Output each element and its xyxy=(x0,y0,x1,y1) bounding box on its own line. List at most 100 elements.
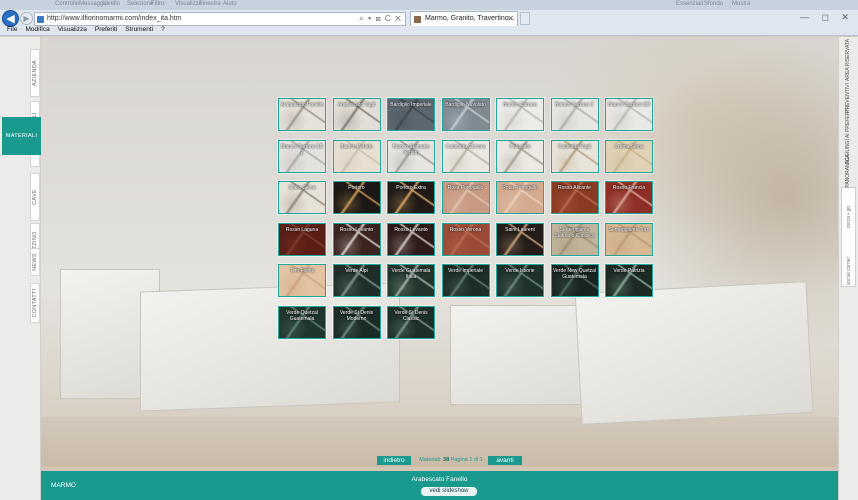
background-menu-item: Selezione xyxy=(127,1,154,7)
address-tools-icons[interactable]: ⌕ ▾ ⊠ C ✕ xyxy=(359,14,402,24)
material-tile-label: Portoro xyxy=(348,185,365,191)
material-tile[interactable]: Verde Quetzal Guatemala xyxy=(278,305,326,339)
nav-tab-azienda[interactable]: AZIENDA xyxy=(30,49,40,97)
material-tile[interactable]: Rosa Portogallo xyxy=(496,181,544,214)
material-tile-label: Saint Laurent xyxy=(505,226,535,233)
material-tile[interactable]: Verde Imperiale xyxy=(441,264,490,297)
back-button[interactable]: ◀ xyxy=(2,10,19,27)
tab-favicon-icon xyxy=(414,16,421,23)
material-tile-label: Giallo Siena xyxy=(288,185,316,191)
material-tile[interactable]: Portoro xyxy=(332,181,381,214)
material-tile[interactable]: Arabescato Vagli xyxy=(332,98,381,131)
tab-close-icon[interactable]: ✕ xyxy=(507,14,514,23)
material-tile[interactable]: Bianco Carrara CD xyxy=(605,98,653,131)
material-tile[interactable]: Rosso Levanto xyxy=(332,222,381,256)
material-tile-label: Verde St Denis Classic xyxy=(394,309,428,322)
material-tile[interactable]: Serpeggiante Statuario Classico xyxy=(550,222,599,256)
material-tile[interactable]: Bianco Carrara xyxy=(496,98,544,131)
material-tile-label: Serpeggiante Toro xyxy=(608,226,650,233)
material-tile[interactable]: Giallo Siena xyxy=(278,181,326,214)
prev-page-button[interactable]: indietro xyxy=(377,456,411,465)
material-tile[interactable]: Rosso Alicante xyxy=(550,181,599,214)
forward-button[interactable]: ▶ xyxy=(20,12,33,25)
nav-tab-label: CAVE xyxy=(32,189,38,205)
material-tile-label: Arabescato Vagli xyxy=(337,102,376,108)
material-tile-label: Rosa Portogallo xyxy=(502,185,538,191)
background-workspace-item: Sfondo xyxy=(704,1,724,7)
nav-tab-news[interactable]: NEWS xyxy=(30,248,40,276)
url-text: http://www.ilfiorinomarmi.com/index_ita.… xyxy=(47,15,182,22)
material-tile[interactable]: Rosso Verona xyxy=(441,222,490,256)
material-tile[interactable]: Bardiglio Nuvolato xyxy=(441,98,490,131)
marble-block xyxy=(574,281,814,425)
right-tab-areariservata[interactable]: AREA RISERVATA xyxy=(841,39,855,81)
material-tile[interactable]: Crema Siena xyxy=(605,139,653,173)
material-tile[interactable]: Verde St Denis Moderno xyxy=(332,305,381,339)
material-tile[interactable]: Verde Alpi xyxy=(332,264,381,297)
right-tab-panoramica[interactable]: PANORAMICA xyxy=(841,154,855,187)
material-tile-label: Verde St Denis Moderno xyxy=(339,309,374,322)
web-page: AZIENDAITEM SPECIALIMATERIALICAVEMAGAZZI… xyxy=(0,37,858,500)
material-tile-label: Verde Imperiale xyxy=(447,268,484,274)
menu-item-[interactable]: ? xyxy=(161,26,165,33)
social-corner-label: social corner xyxy=(845,257,852,286)
menu-item-visualizza[interactable]: Visualizza xyxy=(58,26,87,33)
menu-item-strumenti[interactable]: Strumenti xyxy=(125,26,153,33)
arrow-right-icon: ▶ xyxy=(23,14,30,23)
search-tab[interactable]: cerca • go social corner xyxy=(841,187,856,287)
material-tile[interactable]: Rosso Levanto xyxy=(387,222,435,256)
menu-item-modifica[interactable]: Modifica xyxy=(25,26,49,33)
menu-item-preferiti[interactable]: Preferiti xyxy=(95,26,117,33)
nav-tab-cave[interactable]: CAVE xyxy=(30,173,40,221)
background-app-strip: Controllo Messaggio Livello Selezione Filtro… xyxy=(0,0,858,10)
material-tile[interactable]: Calacatta Vagli xyxy=(550,139,599,173)
material-tile[interactable]: Calacatta Carrara xyxy=(441,139,490,173)
browser-tab[interactable]: Marmo, Granito, Travertino... ✕ xyxy=(410,11,518,26)
material-tile[interactable]: Rosso Laguna xyxy=(278,222,326,256)
slideshow-button[interactable]: vedi slideshow xyxy=(421,487,477,496)
new-tab-button[interactable] xyxy=(520,12,530,25)
background-menu-item: Livello xyxy=(103,1,121,7)
material-tile-label: Crema Siena xyxy=(614,143,644,150)
material-tile[interactable]: Calacatta xyxy=(496,139,544,173)
material-tile-label: Rosso Levanto xyxy=(394,226,428,233)
nav-tab-materiali[interactable]: MATERIALI xyxy=(2,117,41,155)
material-tile[interactable]: Verde Guatemala Italia xyxy=(387,264,435,297)
material-tile[interactable]: Rosso Francia xyxy=(605,181,653,214)
material-tile[interactable]: Portoro Extra xyxy=(387,181,435,214)
material-tile[interactable]: Verde Issorie xyxy=(496,264,544,297)
material-tile[interactable]: Bianco Carrara C xyxy=(550,98,599,131)
material-tile[interactable]: Verde St Denis Classic xyxy=(387,305,435,339)
material-tile[interactable]: Verde New Quetzal Guatemala xyxy=(550,264,599,297)
material-tile[interactable]: Serpeggiante Toro xyxy=(605,222,653,256)
material-tile[interactable]: Verde Patrizia xyxy=(605,264,653,297)
material-tile[interactable]: Arabescato Fanello xyxy=(278,98,326,131)
footer-bar: MARMO Arabescato Fanello vedi slideshow xyxy=(41,471,838,500)
material-tile[interactable]: Rosa Portogallo xyxy=(441,181,490,214)
material-tile-label: Tino Fiorito xyxy=(289,268,315,274)
material-tile-label: Bianco Carrara CD xyxy=(607,102,651,108)
nav-tab-contatti[interactable]: CONTATTI xyxy=(30,283,40,323)
material-tile-label: Serpeggiante Statuario Classico xyxy=(554,226,595,239)
right-tab-aggiungiaipreferiti[interactable]: AGGIUNGI AI PREFERITI xyxy=(841,106,855,164)
material-tile[interactable]: Bianco Perlato xyxy=(332,139,381,173)
material-tile-label: Bianco Carrara CD Z xyxy=(280,143,324,156)
material-tile-label: Calacatta xyxy=(509,143,531,150)
background-workspace-item: Mostra xyxy=(732,1,751,7)
material-tile[interactable]: Bardiglio Imperiale xyxy=(387,98,435,131)
pager-prefix: Materiali: xyxy=(419,457,442,463)
material-tile[interactable]: Saint Laurent xyxy=(496,222,544,256)
address-bar[interactable]: http://www.ilfiorinomarmi.com/index_ita.… xyxy=(34,12,406,26)
material-tile-label: Rosso Levanto xyxy=(339,226,374,233)
menu-item-file[interactable]: File xyxy=(7,26,17,33)
material-tile[interactable]: Bianco Statuario Venato xyxy=(387,139,435,173)
material-tile[interactable]: Tino Fiorito xyxy=(278,264,326,297)
material-tile[interactable]: Bianco Carrara CD Z xyxy=(278,139,326,173)
right-nav: cerca • go social corner AREA RISERVATA PR… xyxy=(838,37,858,500)
pager-info: Materiali: 38 Pagina 1 di 1 xyxy=(414,457,488,463)
window-controls[interactable]: — ◻ ✕ xyxy=(800,12,854,23)
nav-tab-label: MATERIALI xyxy=(5,133,38,139)
next-page-button[interactable]: avanti xyxy=(488,456,522,465)
material-tile-label: Bianco Perlato xyxy=(340,143,373,150)
background-menu-item: Aiuto xyxy=(223,1,237,7)
